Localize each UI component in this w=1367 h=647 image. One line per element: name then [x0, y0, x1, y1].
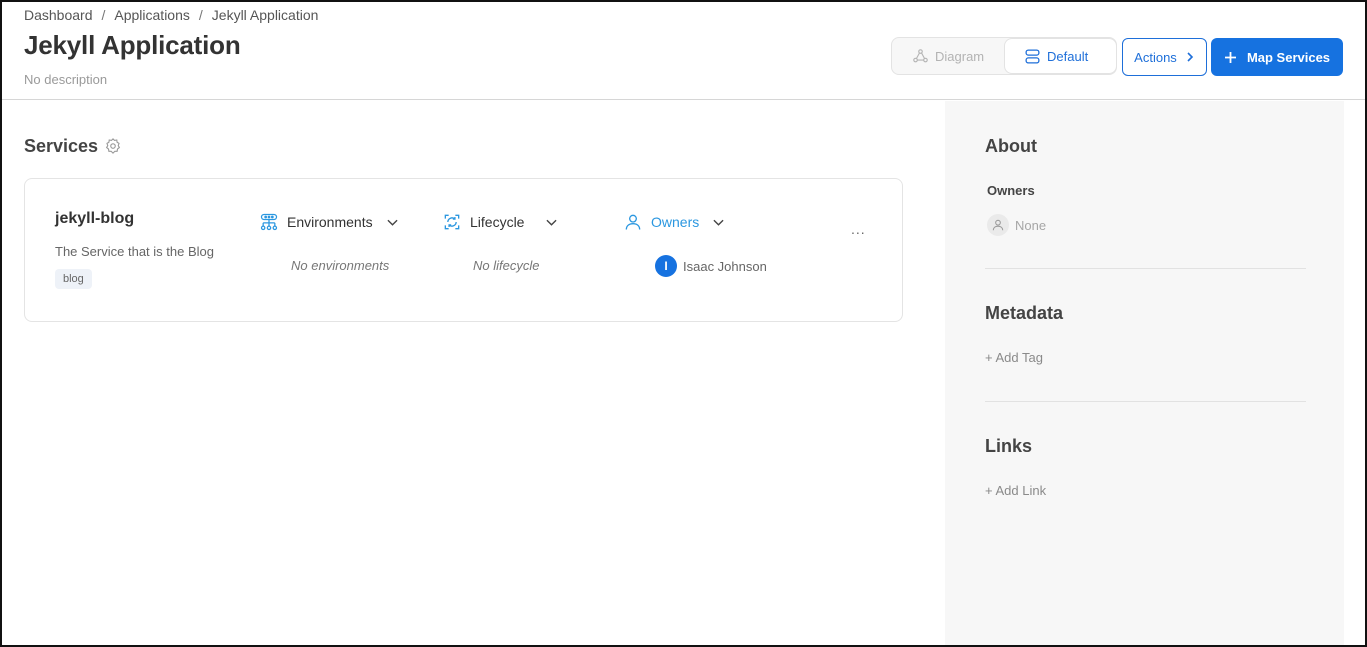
- breadcrumb-dashboard[interactable]: Dashboard: [24, 7, 93, 23]
- services-title: Services: [24, 136, 99, 156]
- chevron-down-icon: [546, 219, 558, 226]
- about-sidebar: About Owners None Metadata + Add Tag Lin…: [945, 101, 1344, 645]
- page-description: No description: [24, 72, 108, 87]
- metadata-title: Metadata: [985, 303, 1064, 323]
- environments-icon: [260, 213, 278, 231]
- owners-none-label: None: [1015, 217, 1047, 233]
- user-icon: [625, 214, 641, 230]
- lifecycle-dropdown[interactable]: Lifecycle: [442, 212, 558, 232]
- actions-label: Actions: [1134, 49, 1177, 65]
- lifecycle-icon: [444, 214, 460, 230]
- diagram-view-button[interactable]: Diagram: [912, 38, 984, 74]
- map-services-label: Map Services: [1246, 49, 1331, 65]
- environments-empty: No environments: [291, 258, 390, 273]
- owner-entry[interactable]: I Isaac Johnson: [655, 255, 767, 277]
- gear-icon[interactable]: [104, 137, 122, 155]
- links-title: Links: [985, 436, 1033, 456]
- default-view-button[interactable]: Default: [1004, 38, 1117, 74]
- breadcrumb-applications[interactable]: Applications: [114, 7, 190, 23]
- actions-button[interactable]: Actions: [1122, 38, 1207, 76]
- owners-dropdown[interactable]: Owners: [623, 212, 724, 232]
- sidebar-divider: [985, 401, 1306, 402]
- add-link-button[interactable]: + Add Link: [985, 483, 1046, 498]
- about-title: About: [985, 136, 1037, 156]
- owners-section-label: Owners: [987, 183, 1035, 198]
- breadcrumb: Dashboard / Applications / Jekyll Applic…: [24, 7, 318, 23]
- owner-name: Isaac Johnson: [683, 258, 767, 274]
- more-options-button[interactable]: ...: [851, 221, 866, 237]
- add-tag-button[interactable]: + Add Tag: [985, 350, 1043, 365]
- environments-label: Environments: [287, 214, 373, 230]
- service-card: jekyll-blog The Service that is the Blog…: [24, 178, 903, 322]
- breadcrumb-separator: /: [101, 7, 106, 23]
- breadcrumb-separator: /: [198, 7, 203, 23]
- service-tag: blog: [55, 269, 92, 289]
- environments-dropdown[interactable]: Environments: [259, 212, 398, 232]
- default-view-label: Default: [1047, 48, 1089, 64]
- service-name[interactable]: jekyll-blog: [55, 210, 134, 228]
- owners-label: Owners: [651, 214, 700, 230]
- list-view-icon: [1025, 48, 1040, 64]
- owners-none: None: [987, 214, 1046, 236]
- diagram-icon: [913, 48, 928, 62]
- sidebar-divider: [985, 268, 1306, 269]
- plus-icon: [1224, 51, 1236, 63]
- empty-avatar-icon: [987, 214, 1009, 236]
- app-window: Dashboard / Applications / Jekyll Applic…: [0, 0, 1367, 647]
- owner-avatar: I: [655, 255, 677, 277]
- view-toggle: Diagram Default: [891, 37, 1117, 75]
- chevron-down-icon: [713, 219, 724, 226]
- lifecycle-label: Lifecycle: [470, 214, 525, 230]
- diagram-view-label: Diagram: [935, 48, 985, 64]
- chevron-right-icon: [1187, 52, 1193, 62]
- service-description: The Service that is the Blog: [55, 244, 214, 259]
- page-header: Dashboard / Applications / Jekyll Applic…: [2, 2, 1365, 100]
- lifecycle-empty: No lifecycle: [473, 258, 540, 273]
- chevron-down-icon: [387, 219, 398, 226]
- breadcrumb-current: Jekyll Application: [211, 7, 319, 23]
- map-services-button[interactable]: Map Services: [1211, 38, 1343, 76]
- page-title: Jekyll Application: [24, 30, 241, 60]
